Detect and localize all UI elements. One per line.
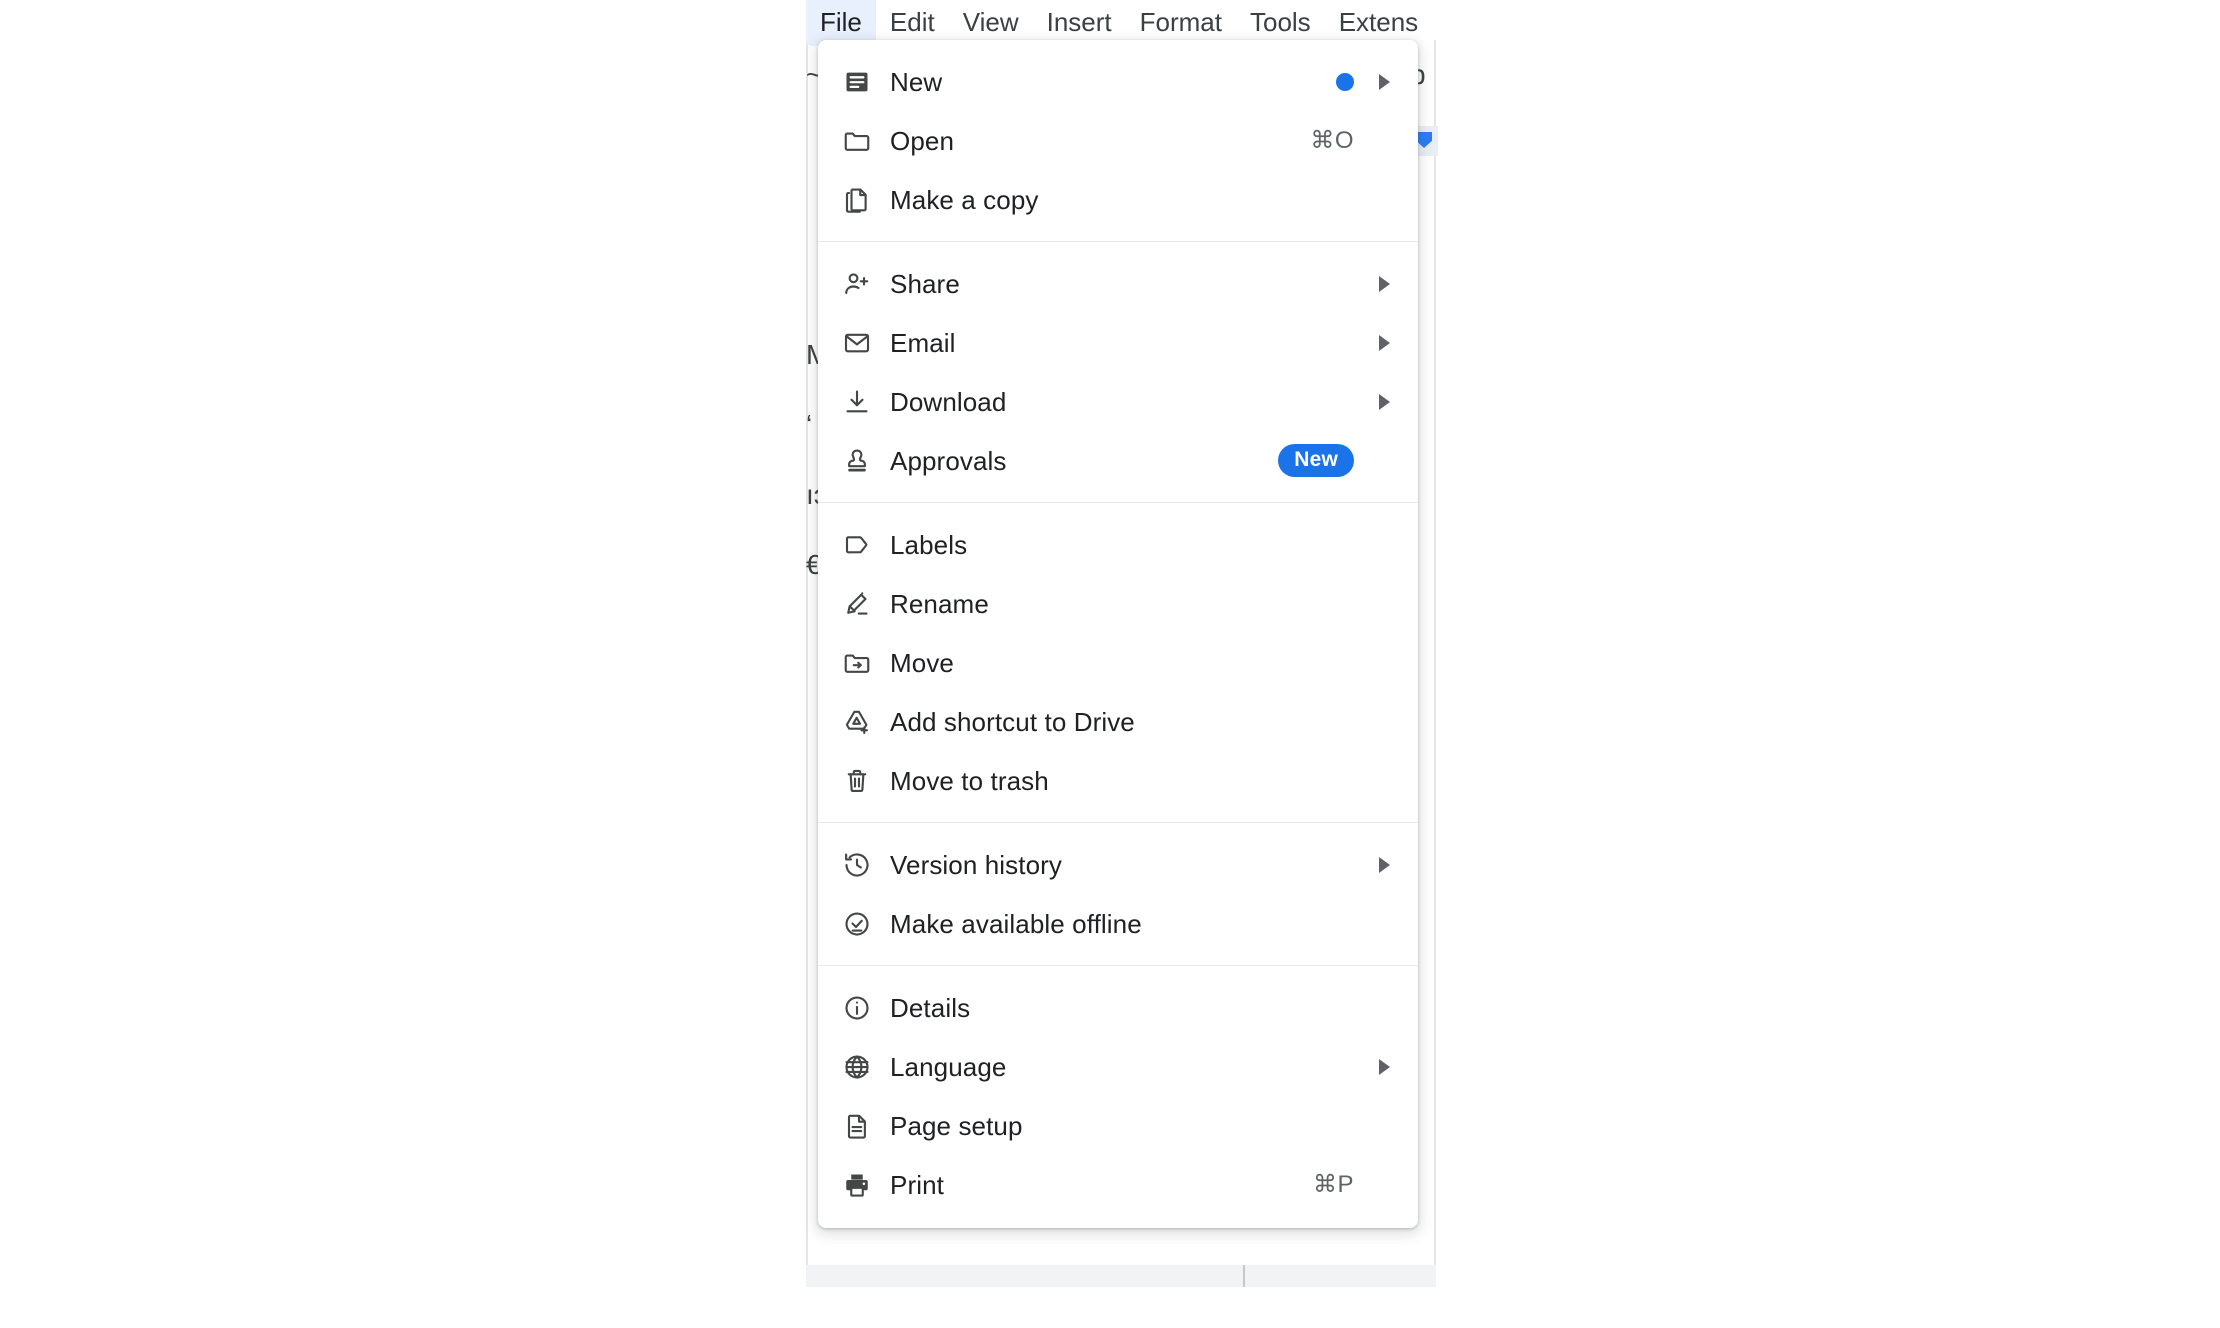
menu-item-version-history[interactable]: Version history bbox=[818, 835, 1418, 894]
menu-item-share[interactable]: Share bbox=[818, 254, 1418, 313]
menu-item-label: Open bbox=[890, 125, 955, 156]
menu-item-page-setup[interactable]: Page setup bbox=[818, 1096, 1418, 1155]
menu-item-make-a-copy[interactable]: Make a copy bbox=[818, 170, 1418, 229]
menu-item-label: Move bbox=[890, 647, 954, 678]
menu-item-move-to-trash[interactable]: Move to trash bbox=[818, 751, 1418, 810]
submenu-chevron-right-icon[interactable] bbox=[1372, 393, 1396, 410]
submenu-chevron-right-icon[interactable] bbox=[1372, 856, 1396, 873]
printer-icon bbox=[840, 1168, 874, 1202]
folder-icon bbox=[840, 124, 874, 158]
menu-item-print[interactable]: Print ⌘P bbox=[818, 1155, 1418, 1214]
menu-item-label: New bbox=[890, 66, 943, 97]
menu-separator bbox=[818, 502, 1418, 503]
menu-item-download[interactable]: Download bbox=[818, 372, 1418, 431]
pencil-icon bbox=[840, 587, 874, 621]
submenu-chevron-right-icon[interactable] bbox=[1372, 1058, 1396, 1075]
menu-item-label: Make available offline bbox=[890, 908, 1142, 939]
keyboard-shortcut-label: ⌘O bbox=[1310, 127, 1354, 154]
person-add-icon bbox=[840, 267, 874, 301]
menu-item-label: Add shortcut to Drive bbox=[890, 706, 1135, 737]
keyboard-shortcut-label: ⌘P bbox=[1312, 1171, 1354, 1198]
download-icon bbox=[840, 385, 874, 419]
page-setup-icon bbox=[840, 1109, 874, 1143]
new-document-icon bbox=[840, 65, 874, 99]
menu-item-label: Language bbox=[890, 1051, 1007, 1082]
submenu-chevron-right-icon[interactable] bbox=[1372, 73, 1396, 90]
offline-check-icon bbox=[840, 907, 874, 941]
menu-item-label: Page setup bbox=[890, 1110, 1023, 1141]
menu-item-label: Version history bbox=[890, 849, 1063, 880]
menu-item-add-shortcut-to-drive[interactable]: Add shortcut to Drive bbox=[818, 692, 1418, 751]
menu-item-approvals[interactable]: Approvals New bbox=[818, 431, 1418, 490]
menu-separator bbox=[818, 822, 1418, 823]
menu-item-label: Email bbox=[890, 327, 956, 358]
menu-item-label: Share bbox=[890, 268, 960, 299]
menu-item-label: Rename bbox=[890, 588, 989, 619]
document-bottom-band bbox=[806, 1265, 1436, 1287]
label-tag-icon bbox=[840, 528, 874, 562]
menu-item-make-available-offline[interactable]: Make available offline bbox=[818, 894, 1418, 953]
menu-separator bbox=[818, 241, 1418, 242]
globe-icon bbox=[840, 1050, 874, 1084]
menu-item-label: Details bbox=[890, 992, 971, 1023]
stamp-icon bbox=[840, 444, 874, 478]
new-feature-dot-indicator bbox=[1336, 72, 1354, 91]
menu-item-labels[interactable]: Labels bbox=[818, 515, 1418, 574]
menu-item-label: Move to trash bbox=[890, 765, 1049, 796]
copy-icon bbox=[840, 183, 874, 217]
menu-item-label: Approvals bbox=[890, 445, 1007, 476]
menu-item-details[interactable]: Details bbox=[818, 978, 1418, 1037]
file-dropdown-menu: New Open ⌘O Make a copy Share Email Download Ap… bbox=[818, 40, 1418, 1228]
menu-item-new[interactable]: New bbox=[818, 52, 1418, 111]
menu-item-label: Labels bbox=[890, 529, 968, 560]
menu-item-email[interactable]: Email bbox=[818, 313, 1418, 372]
menu-item-label: Download bbox=[890, 386, 1007, 417]
menu-item-move[interactable]: Move bbox=[818, 633, 1418, 692]
menu-item-label: Make a copy bbox=[890, 184, 1039, 215]
submenu-chevron-right-icon[interactable] bbox=[1372, 334, 1396, 351]
menu-separator bbox=[818, 965, 1418, 966]
trash-icon bbox=[840, 764, 874, 798]
submenu-chevron-right-icon[interactable] bbox=[1372, 275, 1396, 292]
drive-add-shortcut-icon bbox=[840, 705, 874, 739]
menu-item-rename[interactable]: Rename bbox=[818, 574, 1418, 633]
menu-item-open[interactable]: Open ⌘O bbox=[818, 111, 1418, 170]
folder-move-icon bbox=[840, 646, 874, 680]
new-badge: New bbox=[1278, 444, 1354, 477]
history-clock-icon bbox=[840, 848, 874, 882]
menu-item-label: Print bbox=[890, 1169, 944, 1200]
document-bottom-band-divider bbox=[1243, 1265, 1245, 1287]
menu-item-language[interactable]: Language bbox=[818, 1037, 1418, 1096]
info-icon bbox=[840, 991, 874, 1025]
envelope-icon bbox=[840, 326, 874, 360]
